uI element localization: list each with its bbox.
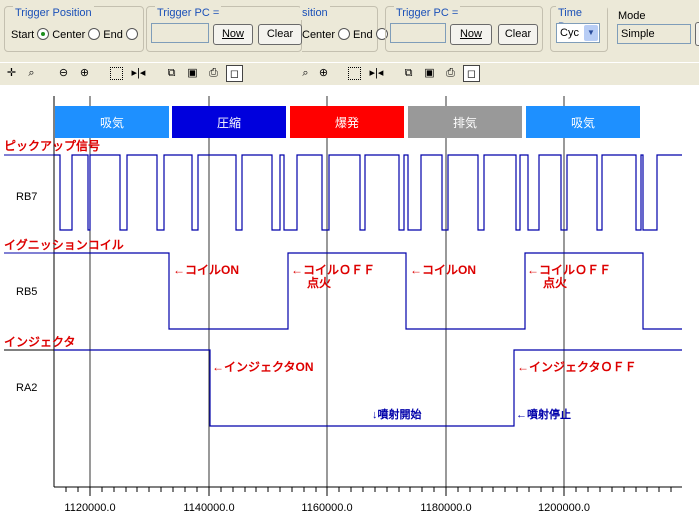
x-tick-label-4: 1180000.0 <box>420 502 471 514</box>
coil-on-annotation-1: ←コイルON <box>173 263 239 277</box>
trigger-pc-input[interactable] <box>151 23 209 43</box>
mode-label: Mode <box>618 10 646 22</box>
ignition-coil-title: イグニッションコイル <box>4 237 124 252</box>
trigger-pc-title: Trigger PC = <box>155 6 222 20</box>
coil-on-annotation-2: ←コイルON <box>410 263 476 277</box>
logic-analyzer-plot: 吸気 圧縮 爆発 排気 吸気 ピックアップ信号 RB7 イグニッションコイル R… <box>0 85 699 524</box>
phase-label-intake-1: 吸気 <box>100 115 124 130</box>
injection-stop-annotation: ←噴射停止 <box>516 407 571 421</box>
injector-title: インジェクタ <box>4 335 76 349</box>
trigger-position-title: Trigger Position <box>13 6 94 20</box>
trigger-position-group: Trigger Position Start Center End <box>4 6 144 52</box>
rb5-label: RB5 <box>16 286 37 298</box>
x-tick-label-3: 1160000.0 <box>301 502 352 514</box>
trigger-pc-title-2: Trigger PC = <box>394 6 461 20</box>
partial-button[interactable] <box>695 22 699 46</box>
end-radio-label: End <box>103 29 123 41</box>
select-icon[interactable] <box>110 67 123 80</box>
save-icon[interactable]: ▣ <box>184 65 201 82</box>
end-radio-label-2: End <box>353 29 373 41</box>
print-preview-icon[interactable]: ◻ <box>226 65 243 82</box>
now-button-label: Now <box>221 28 244 40</box>
center-radio[interactable] <box>37 28 50 40</box>
save-icon-2[interactable]: ▣ <box>421 65 438 82</box>
clear-button-label: Clear <box>266 28 294 40</box>
ignition-annotation-2: 点火 <box>543 275 568 290</box>
pickup-signal-title: ピックアップ信号 <box>4 138 100 153</box>
copy-icon-2[interactable]: ⧉ <box>400 65 417 82</box>
injector-off-annotation: ←インジェクタＯＦＦ <box>517 360 637 374</box>
rb7-label: RB7 <box>16 191 37 203</box>
copy-icon[interactable]: ⧉ <box>163 65 180 82</box>
zoom-in-icon-2[interactable]: ⊕ <box>315 65 332 82</box>
trigger-pc-input-2[interactable] <box>390 23 446 43</box>
print-preview-icon-2[interactable]: ◻ <box>463 65 480 82</box>
clear-button-label-2: Clear <box>504 28 532 40</box>
zoom-area-icon-2[interactable]: ⌕ <box>297 65 314 82</box>
fit-icon-2[interactable]: ▸|◂ <box>368 65 385 82</box>
time-base-group: Time Base Cyc ▼ <box>550 6 608 52</box>
injection-start-annotation: ↓噴射開始 <box>372 407 422 421</box>
center-radio-label-2: Center <box>302 29 336 41</box>
top-control-panel: Trigger Position Start Center End Trigger … <box>0 0 699 62</box>
print-icon[interactable]: ⎙ <box>205 65 222 82</box>
clear-button[interactable]: Clear <box>258 24 302 45</box>
x-tick-label-1: 1120000.0 <box>64 502 115 514</box>
coil-off-annotation-1: ←コイルＯＦＦ <box>291 263 375 277</box>
chevron-down-icon[interactable]: ▼ <box>584 25 598 41</box>
time-base-select[interactable]: Cyc ▼ <box>556 23 600 43</box>
phase-label-compression: 圧縮 <box>217 115 241 130</box>
x-tick-label-5: 1200000.0 <box>538 502 590 514</box>
time-base-value: Cyc <box>560 27 579 39</box>
x-tick-label-2: 1140000.0 <box>183 502 234 514</box>
trigger-position-title-2: sition <box>300 6 330 20</box>
zoom-out-icon[interactable]: ⊖ <box>55 65 72 82</box>
phase-label-exhaust: 排気 <box>453 115 477 130</box>
phase-label-combustion: 爆発 <box>335 116 359 130</box>
center-radio-label: Center <box>52 29 86 41</box>
x-axis-ticks <box>65 487 672 496</box>
trigger-pc-group-2: Trigger PC = Now Clear <box>385 6 543 52</box>
trigger-pc-group: Trigger PC = Now Clear <box>146 6 302 52</box>
now-button-label-2: Now <box>459 28 482 40</box>
end-radio[interactable] <box>88 28 101 40</box>
zoom-in-icon[interactable]: ⊕ <box>76 65 93 82</box>
move-icon[interactable]: ✛ <box>3 65 20 82</box>
now-button-2[interactable]: Now <box>450 24 492 45</box>
select-icon-2[interactable] <box>348 67 361 80</box>
mode-field: Simple <box>617 24 691 44</box>
fit-icon[interactable]: ▸|◂ <box>130 65 147 82</box>
injector-on-annotation: ←インジェクタON <box>212 360 314 374</box>
toolbar: ✛ ⌕ ⊖ ⊕ ▸|◂ ⧉ ▣ ⎙ ◻ ⌕ ⊕ ▸|◂ ⧉ ▣ ⎙ ◻ <box>0 62 699 86</box>
phase-label-intake-2: 吸気 <box>571 115 595 130</box>
ra2-label: RA2 <box>16 382 37 394</box>
ignition-annotation-1: 点火 <box>307 275 332 290</box>
center-radio-2[interactable] <box>338 28 351 40</box>
zoom-area-icon[interactable]: ⌕ <box>23 65 40 82</box>
now-button[interactable]: Now <box>213 24 253 45</box>
trailing-radio[interactable] <box>125 28 138 40</box>
trigger-position-group-2: sition Center End <box>300 6 388 52</box>
clear-button-2[interactable]: Clear <box>498 24 538 45</box>
print-icon-2[interactable]: ⎙ <box>442 65 459 82</box>
rb7-waveform <box>54 154 682 231</box>
coil-off-annotation-2: ←コイルＯＦＦ <box>527 263 611 277</box>
start-radio-label: Start <box>11 29 35 41</box>
